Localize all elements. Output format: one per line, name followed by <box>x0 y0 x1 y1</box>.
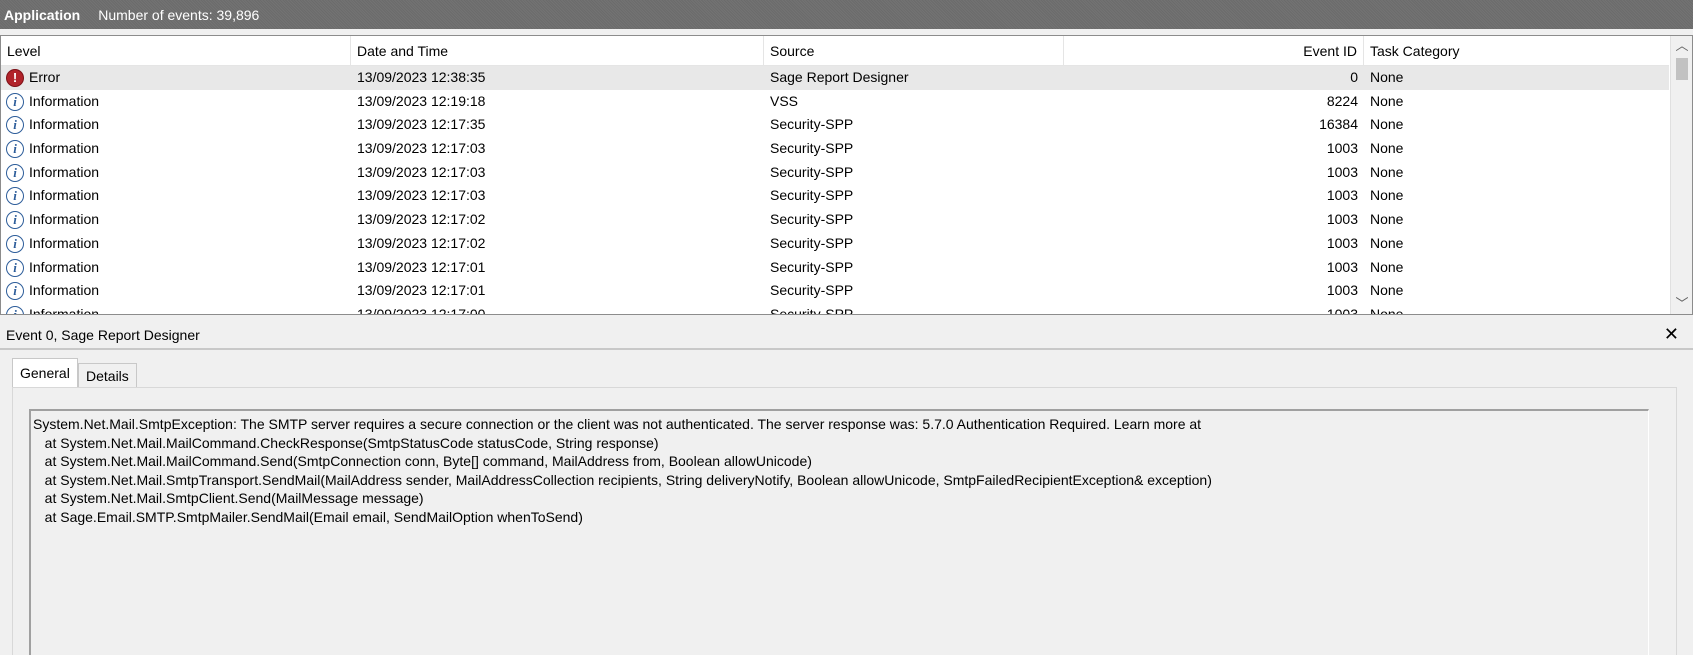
table-row[interactable]: i Information 13/09/2023 12:17:02 Security-… <box>1 232 1669 256</box>
row-datetime: 13/09/2023 12:38:35 <box>357 69 486 85</box>
scroll-down-icon[interactable]: ﹀ <box>1671 294 1692 314</box>
row-event-id: 1003 <box>1326 258 1358 275</box>
column-header-task-category[interactable]: Task Category <box>1364 36 1669 66</box>
row-task-category: None <box>1370 187 1404 204</box>
row-level: Information <box>29 92 100 109</box>
event-count: Number of events: 39,896 <box>98 6 260 23</box>
row-event-id: 1003 <box>1326 234 1358 251</box>
row-task-category: None <box>1370 282 1404 299</box>
table-row[interactable]: i Information 13/09/2023 12:17:03 Security-… <box>1 184 1669 208</box>
column-header-source[interactable]: Source <box>764 36 1064 66</box>
info-icon: i <box>6 187 24 206</box>
table-row[interactable]: i Information 13/09/2023 12:17:03 Security-… <box>1 137 1669 161</box>
tab-details[interactable]: Details <box>78 363 137 388</box>
row-level: Information <box>29 211 100 228</box>
log-name: Application <box>4 6 81 23</box>
event-detail-header: Event 0, Sage Report Designer ✕ <box>0 322 1693 350</box>
list-scrollbar[interactable]: ︿ ﹀ <box>1670 36 1692 314</box>
row-task-category: None <box>1370 305 1404 315</box>
row-datetime: 13/09/2023 12:17:35 <box>357 116 486 133</box>
row-level: Error <box>29 69 61 85</box>
table-row[interactable]: i Information 13/09/2023 12:17:02 Security-… <box>1 208 1669 232</box>
row-event-id: 16384 <box>1319 116 1358 133</box>
row-level: Information <box>29 305 100 315</box>
row-task-category: None <box>1370 258 1404 275</box>
row-datetime: 13/09/2023 12:19:18 <box>357 92 486 109</box>
row-source: Security-SPP <box>770 282 854 299</box>
column-header-level[interactable]: Level <box>1 36 351 66</box>
row-level: Information <box>29 116 100 133</box>
row-level: Information <box>29 163 100 180</box>
row-level: Information <box>29 187 100 204</box>
row-task-category: None <box>1370 116 1404 133</box>
info-icon: i <box>6 258 24 277</box>
events-rows: ! Error 13/09/2023 12:38:35 Sage Report Des… <box>1 66 1669 315</box>
row-datetime: 13/09/2023 12:17:03 <box>357 187 486 204</box>
row-level: Information <box>29 258 100 275</box>
row-level: Information <box>29 234 100 251</box>
info-icon: i <box>6 163 24 182</box>
scroll-thumb[interactable] <box>1676 58 1688 80</box>
close-icon[interactable]: ✕ <box>1664 324 1679 345</box>
table-row[interactable]: i Information 13/09/2023 12:17:35 Security-… <box>1 113 1669 137</box>
table-row[interactable]: i Information 13/09/2023 12:17:01 Security-… <box>1 279 1669 303</box>
event-message-text[interactable]: System.Net.Mail.SmtpException: The SMTP … <box>29 409 1649 655</box>
row-datetime: 13/09/2023 12:17:00 <box>357 305 486 315</box>
row-source: Security-SPP <box>770 116 854 133</box>
row-datetime: 13/09/2023 12:17:03 <box>357 163 486 180</box>
events-list[interactable]: Level Date and Time Source Event ID Task… <box>0 35 1693 315</box>
row-source: Security-SPP <box>770 187 854 204</box>
row-datetime: 13/09/2023 12:17:02 <box>357 234 486 251</box>
row-source: Security-SPP <box>770 234 854 251</box>
table-row[interactable]: i Information 13/09/2023 12:19:18 VSS 8224 No… <box>1 90 1669 114</box>
row-datetime: 13/09/2023 12:17:01 <box>357 258 486 275</box>
row-event-id: 1003 <box>1326 305 1358 315</box>
info-icon: i <box>6 305 24 314</box>
row-event-id: 1003 <box>1326 211 1358 228</box>
row-task-category: None <box>1370 234 1404 251</box>
column-header-datetime[interactable]: Date and Time <box>351 36 764 66</box>
info-icon: i <box>6 140 24 159</box>
error-icon: ! <box>6 69 24 87</box>
info-icon: i <box>6 92 24 111</box>
scroll-up-icon[interactable]: ︿ <box>1671 36 1692 56</box>
info-icon: i <box>6 116 24 135</box>
info-icon: i <box>6 211 24 230</box>
row-task-category: None <box>1370 69 1404 85</box>
info-icon: i <box>6 282 24 301</box>
table-row[interactable]: i Information 13/09/2023 12:17:01 Security-… <box>1 256 1669 280</box>
column-header-event-id[interactable]: Event ID <box>1064 36 1364 66</box>
row-event-id: 1003 <box>1326 282 1358 299</box>
row-task-category: None <box>1370 163 1404 180</box>
table-row[interactable]: ! Error 13/09/2023 12:38:35 Sage Report Des… <box>1 66 1669 90</box>
row-source: Security-SPP <box>770 211 854 228</box>
event-detail-title: Event 0, Sage Report Designer <box>6 327 200 343</box>
table-row[interactable]: i Information 13/09/2023 12:17:00 Security-… <box>1 303 1669 315</box>
row-datetime: 13/09/2023 12:17:03 <box>357 140 486 157</box>
row-source: Security-SPP <box>770 163 854 180</box>
table-row[interactable]: i Information 13/09/2023 12:17:03 Security-… <box>1 161 1669 185</box>
row-task-category: None <box>1370 140 1404 157</box>
row-level: Information <box>29 282 100 299</box>
tab-general[interactable]: General <box>12 358 78 388</box>
row-datetime: 13/09/2023 12:17:02 <box>357 211 486 228</box>
row-source: VSS <box>770 92 799 109</box>
row-datetime: 13/09/2023 12:17:01 <box>357 282 486 299</box>
row-source: Security-SPP <box>770 140 854 157</box>
row-event-id: 8224 <box>1326 92 1358 109</box>
row-event-id: 0 <box>1350 69 1358 85</box>
log-titlebar: Application Number of events: 39,896 <box>0 0 1693 29</box>
row-source: Sage Report Designer <box>770 69 909 85</box>
row-level: Information <box>29 140 100 157</box>
list-header: Level Date and Time Source Event ID Task… <box>1 36 1669 66</box>
row-source: Security-SPP <box>770 305 854 315</box>
info-icon: i <box>6 234 24 253</box>
general-tab-panel: System.Net.Mail.SmtpException: The SMTP … <box>12 387 1677 655</box>
row-event-id: 1003 <box>1326 140 1358 157</box>
row-task-category: None <box>1370 211 1404 228</box>
row-task-category: None <box>1370 92 1404 109</box>
row-source: Security-SPP <box>770 258 854 275</box>
row-event-id: 1003 <box>1326 187 1358 204</box>
row-event-id: 1003 <box>1326 163 1358 180</box>
